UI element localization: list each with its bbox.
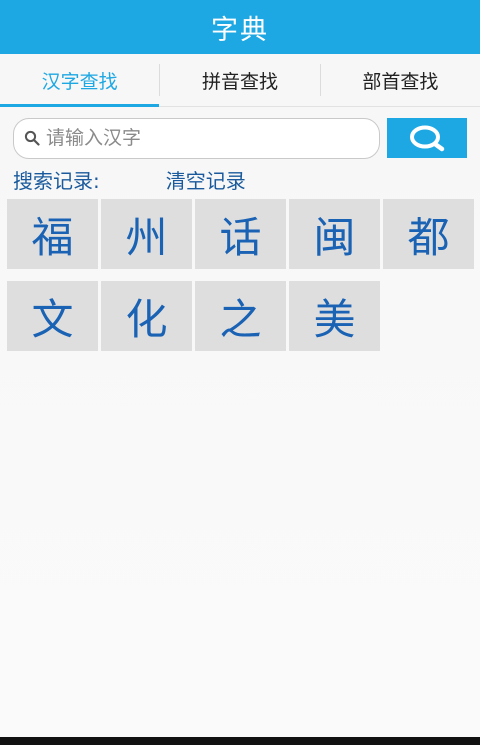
search-button[interactable] [387,118,467,158]
tab-label: 部首查找 [362,70,439,93]
history-char-cell[interactable]: 文 [7,281,98,351]
history-grid: 福 州 话 闽 都 文 化 之 美 [0,199,480,351]
history-row: 搜索记录: 清空记录 [0,159,480,199]
tab-label: 汉字查找 [41,70,118,93]
page-title: 字典 [211,14,269,46]
tab-hanzi-search[interactable]: 汉字查找 [0,54,160,107]
history-char-cell[interactable]: 话 [195,199,286,269]
system-nav-bar [0,737,480,745]
tab-radical-search[interactable]: 部首查找 [321,54,480,106]
app-header: 字典 [0,0,480,54]
search-icon [410,125,445,152]
search-icon [24,130,40,146]
search-row [0,107,480,159]
tab-bar: 汉字查找 拼音查找 部首查找 [0,54,480,107]
history-char-cell[interactable]: 之 [195,281,286,351]
history-label: 搜索记录: [13,168,100,193]
history-char-cell[interactable]: 福 [7,199,98,269]
history-char-cell[interactable]: 美 [289,281,380,351]
history-char-cell[interactable]: 闽 [289,199,380,269]
search-input[interactable] [46,127,346,149]
clear-history-link[interactable]: 清空记录 [166,165,246,194]
tab-label: 拼音查找 [201,70,278,93]
history-char-cell[interactable]: 州 [101,199,192,269]
history-char-cell[interactable]: 化 [101,281,192,351]
search-box[interactable] [13,117,380,159]
history-char-cell[interactable]: 都 [383,199,474,269]
dictionary-app: 字典 汉字查找 拼音查找 部首查找 搜索记录: [0,0,480,745]
tab-pinyin-search[interactable]: 拼音查找 [160,54,319,106]
